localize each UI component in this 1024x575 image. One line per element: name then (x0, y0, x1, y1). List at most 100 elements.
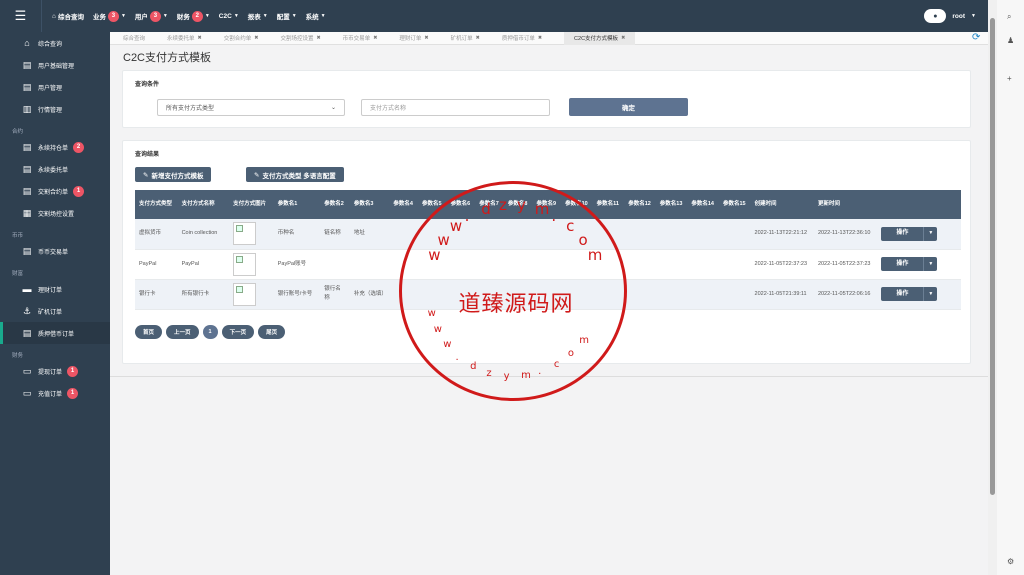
topnav-item-3[interactable]: 财务 2 ▼ (176, 10, 210, 22)
folder-icon: ▬ (22, 284, 32, 294)
user-menu[interactable]: ● root ▼ (924, 9, 976, 23)
add-template-button[interactable]: ✎ 新增支付方式模板 (135, 167, 212, 182)
table-cell: 地址 (349, 219, 390, 250)
tab-5[interactable]: 理财订单 ✖ (399, 32, 438, 45)
notification-badge: 2 (73, 141, 85, 153)
close-icon[interactable]: ✖ (198, 35, 202, 41)
document-icon: ▤ (22, 163, 32, 174)
topnav-label: 财务 (176, 14, 190, 21)
table-icon: ▦ (22, 207, 32, 218)
topnav-item-2[interactable]: 用户 3 ▼ (135, 10, 168, 22)
sidebar-item-contract-3[interactable]: ▦ 交割场控设置 (0, 202, 110, 224)
table-cell: 银行卡 (135, 279, 178, 310)
action-button[interactable]: 操作 (881, 287, 924, 301)
tab-3[interactable]: 交割场控设置 ✖ (280, 32, 330, 45)
chat-icon[interactable]: ● (924, 9, 947, 23)
table-cell: 2022-11-05T22:37:23 (750, 249, 814, 280)
close-icon[interactable]: ✖ (316, 35, 320, 41)
action-button[interactable]: 操作 (881, 226, 924, 241)
chevron-down-icon[interactable]: ▼ (923, 226, 938, 241)
sidebar-item-finance-0[interactable]: ▭ 提现订单 1 (0, 360, 110, 382)
sidebar-item-label: 永续持仓单 (38, 145, 69, 152)
tab-label: C2C支付方式模板 (574, 36, 619, 42)
tab-label: 交割场控设置 (280, 36, 314, 42)
chevron-down-icon: ▼ (320, 13, 326, 19)
sidebar-item-label: 币币交易单 (38, 249, 69, 256)
sidebar-item-wealth-2[interactable]: ▤ 质押借币订单 (0, 322, 110, 344)
sidebar-item-wealth-0[interactable]: ▬ 理财订单 (0, 278, 110, 300)
table-cell: 操作 ▼ (877, 279, 961, 310)
tab-2[interactable]: 交割合约单 ✖ (224, 32, 269, 45)
tab-6[interactable]: 矿机订单 ✖ (451, 32, 490, 45)
table-cell (718, 279, 751, 310)
sidebar-item-coin-0[interactable]: ▤ 币币交易单 (0, 240, 110, 262)
scrollbar-thumb[interactable] (990, 18, 995, 495)
notification-badge: 1 (67, 387, 79, 399)
table-cell (718, 249, 751, 280)
confirm-button[interactable]: 确定 (569, 98, 688, 116)
close-icon[interactable]: ✖ (424, 35, 428, 41)
close-icon[interactable]: ✖ (538, 35, 542, 41)
sidebar-item-label: 质押借币订单 (38, 331, 75, 338)
topnav-item-0[interactable]: ⌂ 综合查询 (52, 11, 84, 22)
sidebar-item-label: 永续委托单 (38, 167, 69, 174)
plus-icon[interactable]: + (1007, 74, 1012, 83)
column-header: 参数名8 (503, 190, 533, 219)
topnav-item-4[interactable]: C2C ▼ (219, 13, 239, 20)
next-page-button[interactable]: 下一页 (221, 325, 255, 339)
sidebar-item-label: 充值订单 (38, 391, 63, 398)
close-icon[interactable]: ✖ (254, 35, 258, 41)
search-icon[interactable]: ⌕ (1007, 12, 1011, 22)
chevron-down-icon[interactable]: ▼ (923, 257, 938, 271)
table-cell (446, 249, 476, 280)
menu-toggle-icon[interactable]: ☰ (0, 0, 42, 32)
sidebar-item-wealth-1[interactable]: ⚓ 矿机订单 (0, 300, 110, 322)
sidebar-item-top-2[interactable]: ▤ 用户管理 (0, 76, 110, 98)
table-cell: 操作 ▼ (877, 219, 961, 250)
current-page-button[interactable]: 1 (202, 325, 218, 339)
person-icon[interactable]: ♟ (1007, 36, 1014, 45)
sidebar-item-top-3[interactable]: ▥ 行情管理 (0, 98, 110, 120)
close-icon[interactable]: ✖ (373, 35, 377, 41)
user-name[interactable]: root (952, 13, 965, 20)
sidebar-item-contract-0[interactable]: ▤ 永续持仓单 2 (0, 136, 110, 158)
topnav-item-5[interactable]: 报表 ▼ (248, 11, 268, 21)
refresh-icon[interactable]: ⟳ (972, 32, 980, 43)
sidebar-item-contract-2[interactable]: ▤ 交割合约单 1 (0, 180, 110, 202)
tab-0[interactable]: 综合查询 (123, 32, 155, 45)
notification-badge: 1 (67, 365, 79, 377)
topnav-item-1[interactable]: 业务 3 ▼ (93, 10, 126, 22)
table-cell: 2022-11-13T22:36:10 (813, 219, 878, 250)
topnav-item-7[interactable]: 系统 ▼ (306, 11, 326, 21)
sidebar-item-top-1[interactable]: ▤ 用户基础管理 (0, 54, 110, 76)
topnav-label: 综合查询 (57, 14, 84, 21)
sidebar-item-contract-1[interactable]: ▤ 永续委托单 (0, 158, 110, 180)
payment-type-select[interactable]: 所有支付方式类型 ⌄ (157, 99, 345, 116)
sidebar-item-finance-1[interactable]: ▭ 充值订单 1 (0, 382, 110, 404)
close-icon[interactable]: ✖ (621, 35, 625, 41)
payment-name-input[interactable]: 支付方式名称 (361, 99, 550, 116)
table-cell: 补充（选填） (349, 279, 390, 310)
prev-page-button[interactable]: 上一页 (166, 325, 199, 339)
payment-image (233, 222, 257, 246)
topnav-label: 配置 (276, 14, 290, 21)
action-button[interactable]: 操作 (881, 257, 924, 271)
document-icon: ▤ (22, 245, 32, 256)
chevron-down-icon[interactable]: ▼ (923, 287, 938, 301)
tab-8[interactable]: C2C支付方式模板 ✖ (564, 31, 636, 45)
table-cell (687, 279, 719, 310)
tab-4[interactable]: 币币交易单 ✖ (343, 32, 388, 45)
last-page-button[interactable]: 尾页 (258, 325, 286, 339)
table-cell (561, 219, 593, 250)
close-icon[interactable]: ✖ (476, 35, 480, 41)
tab-7[interactable]: 质押借币订单 ✖ (502, 32, 552, 45)
gear-icon[interactable]: ⚙ (1007, 557, 1014, 566)
topnav-item-6[interactable]: 配置 ▼ (277, 11, 297, 21)
document-icon: ▤ (22, 141, 32, 152)
table-cell (417, 279, 447, 310)
tab-1[interactable]: 永续委托单 ✖ (167, 32, 212, 45)
column-header: 参数名10 (561, 190, 593, 219)
language-config-button[interactable]: ✎ 支付方式类型 多语言配置 (246, 167, 344, 182)
sidebar-item-top-0[interactable]: ⌂ 综合查询 (0, 32, 110, 54)
first-page-button[interactable]: 首页 (135, 325, 163, 339)
